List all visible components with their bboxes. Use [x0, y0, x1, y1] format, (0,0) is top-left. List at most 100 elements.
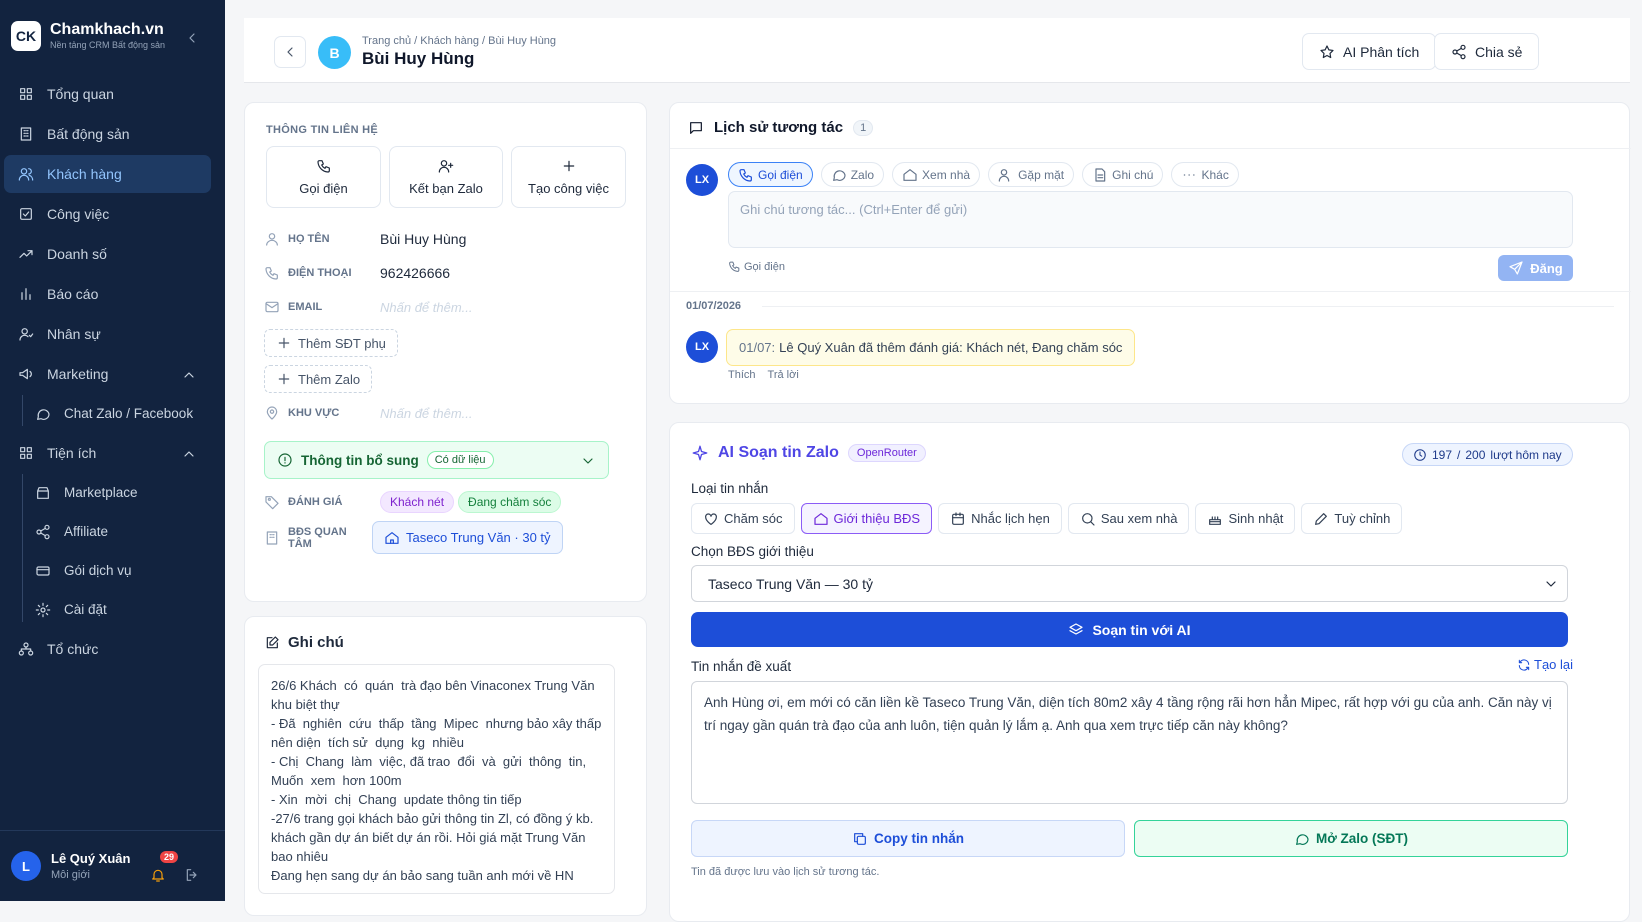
- bell-icon[interactable]: [150, 867, 166, 883]
- back-button[interactable]: [274, 36, 306, 68]
- name-label: HỌ TÊN: [288, 233, 330, 245]
- type-custom-button[interactable]: Tuỳ chỉnh: [1301, 503, 1403, 534]
- logout-icon[interactable]: [184, 867, 200, 883]
- sidebar-item-label: Marketing: [47, 366, 109, 382]
- add-zalo-friend-button[interactable]: Kết bạn Zalo: [389, 146, 503, 208]
- rating-tag[interactable]: Đang chăm sóc: [458, 491, 562, 513]
- info-icon: [277, 452, 293, 468]
- brand[interactable]: CK Chamkhach.vn Nền tảng CRM Bất động sả…: [11, 21, 165, 51]
- area-field[interactable]: KHU VỰC Nhấn để thêm...: [264, 405, 473, 421]
- email-field[interactable]: EMAIL Nhấn để thêm...: [264, 299, 473, 315]
- cake-icon: [1207, 511, 1223, 527]
- suggested-message-textarea[interactable]: Anh Hùng ơi, em mới có căn liền kề Tasec…: [691, 681, 1568, 804]
- email-placeholder: Nhấn để thêm...: [380, 299, 473, 315]
- type-birthday-button[interactable]: Sinh nhật: [1195, 503, 1296, 534]
- history-entry: 01/07: Lê Quý Xuân đã thêm đánh giá: Khá…: [726, 329, 1136, 366]
- generate-label: Soạn tin với AI: [1092, 621, 1191, 638]
- sidebar-item-chat[interactable]: Chat Zalo / Facebook: [4, 395, 211, 432]
- entry-actions: Thích Trả lời: [728, 369, 799, 381]
- sidebar-item-marketing[interactable]: Marketing: [4, 355, 211, 393]
- generate-ai-button[interactable]: Soạn tin với AI: [691, 612, 1568, 647]
- logo-icon: CK: [11, 21, 41, 51]
- phone-field[interactable]: ĐIỆN THOẠI 962426666: [264, 265, 450, 281]
- call-action-button[interactable]: Gọi điện: [266, 146, 381, 208]
- sidebar-item-label: Bất động sản: [47, 126, 130, 142]
- sidebar-item-settings[interactable]: Cài đặt: [4, 591, 211, 628]
- sidebar-item-label: Công việc: [47, 206, 110, 222]
- type-after-viewing-button[interactable]: Sau xem nhà: [1067, 503, 1190, 534]
- type-call-tab[interactable]: Gọi điện: [728, 162, 813, 187]
- type-label: Chăm sóc: [724, 511, 783, 526]
- sidebar-item-affiliate[interactable]: Affiliate: [4, 513, 211, 550]
- sidebar-item-customers[interactable]: Khách hàng: [4, 155, 211, 193]
- ai-analysis-button[interactable]: AI Phân tích: [1302, 33, 1437, 70]
- extra-info-toggle[interactable]: Thông tin bổ sung Có dữ liệu: [264, 441, 609, 479]
- type-care-button[interactable]: Chăm sóc: [691, 503, 795, 534]
- org-icon: [18, 641, 34, 657]
- user-role: Môi giới: [51, 869, 90, 881]
- gear-icon: [35, 602, 51, 618]
- type-other-tab[interactable]: Khác: [1171, 162, 1239, 187]
- add-zalo-button[interactable]: Thêm Zalo: [264, 365, 373, 393]
- sidebar-item-revenue[interactable]: Doanh số: [4, 235, 211, 273]
- user-profile[interactable]: L Lê Quý Xuân Môi giới 29: [0, 830, 225, 901]
- sidebar-item-label: Gói dịch vụ: [64, 563, 132, 578]
- quota-label: lượt hôm nay: [1490, 447, 1562, 462]
- property-chip[interactable]: Taseco Trung Văn · 30 tỷ: [372, 521, 563, 554]
- chat-icon: [1294, 831, 1310, 847]
- post-button[interactable]: Đăng: [1498, 255, 1573, 281]
- rating-label: ĐÁNH GIÁ: [288, 496, 343, 508]
- send-icon: [1508, 260, 1524, 276]
- reply-link[interactable]: Trả lời: [768, 369, 799, 381]
- create-task-button[interactable]: Tạo công việc: [511, 146, 626, 208]
- type-label: Gọi điện: [758, 167, 803, 182]
- name-field[interactable]: HỌ TÊN Bùi Huy Hùng: [264, 231, 466, 247]
- sidebar-item-marketplace[interactable]: Marketplace: [4, 474, 211, 511]
- sidebar-item-plans[interactable]: Gói dịch vụ: [4, 552, 211, 589]
- history-date: 01/07/2026: [686, 300, 742, 312]
- open-zalo-button[interactable]: Mở Zalo (SĐT): [1134, 820, 1568, 857]
- home-icon: [813, 511, 829, 527]
- layers-icon: [1068, 622, 1084, 638]
- rating-tag[interactable]: Khách nét: [380, 491, 455, 513]
- sidebar-item-reports[interactable]: Báo cáo: [4, 275, 211, 313]
- interaction-note-input[interactable]: Ghi chú tương tác... (Ctrl+Enter để gửi): [728, 191, 1573, 248]
- type-label: Sau xem nhà: [1100, 511, 1178, 526]
- sidebar-item-staff[interactable]: Nhân sự: [4, 315, 211, 353]
- sidebar-item-org[interactable]: Tổ chức: [4, 630, 211, 668]
- post-label: Đăng: [1530, 260, 1563, 276]
- chat-icon: [831, 167, 847, 183]
- user-plus-icon: [438, 158, 454, 174]
- regenerate-button[interactable]: Tạo lại: [1517, 657, 1573, 672]
- pencil-icon: [1313, 511, 1329, 527]
- suggested-message-label: Tin nhắn đề xuất: [691, 659, 792, 674]
- call-action-label: Gọi điện: [299, 181, 348, 196]
- copy-message-button[interactable]: Copy tin nhắn: [691, 820, 1125, 857]
- breadcrumb[interactable]: Trang chủ / Khách hàng / Bùi Huy Hùng: [362, 35, 556, 47]
- type-zalo-tab[interactable]: Zalo: [820, 162, 885, 187]
- property-select[interactable]: Taseco Trung Văn — 30 tỷ: [691, 565, 1568, 602]
- type-viewing-tab[interactable]: Xem nhà: [892, 162, 981, 187]
- type-reminder-button[interactable]: Nhắc lịch hẹn: [938, 503, 1062, 534]
- sidebar-item-overview[interactable]: Tổng quan: [4, 75, 211, 113]
- sidebar-item-utilities[interactable]: Tiện ích: [4, 434, 211, 472]
- collapse-sidebar-icon[interactable]: [184, 30, 200, 46]
- add-phone-button[interactable]: Thêm SĐT phụ: [264, 329, 398, 357]
- history-title: Lịch sử tương tác: [714, 119, 844, 136]
- sidebar-item-realestate[interactable]: Bất động sản: [4, 115, 211, 153]
- type-note-tab[interactable]: Ghi chú: [1082, 162, 1164, 187]
- notes-textarea[interactable]: 26/6 Khách có quán trà đạo bên Vinaconex…: [258, 664, 615, 894]
- area-placeholder: Nhấn để thêm...: [380, 405, 473, 421]
- sidebar-item-tasks[interactable]: Công việc: [4, 195, 211, 233]
- like-link[interactable]: Thích: [728, 369, 756, 381]
- quota-total: 200: [1465, 447, 1486, 462]
- sidebar-item-label: Tổ chức: [47, 641, 99, 657]
- share-button[interactable]: Chia sẻ: [1434, 33, 1540, 70]
- ai-analysis-label: AI Phân tích: [1343, 43, 1420, 60]
- trend-icon: [18, 246, 34, 262]
- property-selected-value: Taseco Trung Văn — 30 tỷ: [708, 575, 873, 592]
- type-meeting-tab[interactable]: Gặp mặt: [988, 162, 1075, 187]
- type-intro-button[interactable]: Giới thiệu BĐS: [800, 503, 933, 534]
- copy-icon: [852, 831, 868, 847]
- ai-composer-card: AI Soạn tin Zalo OpenRouter 197 / 200 lư…: [669, 422, 1630, 922]
